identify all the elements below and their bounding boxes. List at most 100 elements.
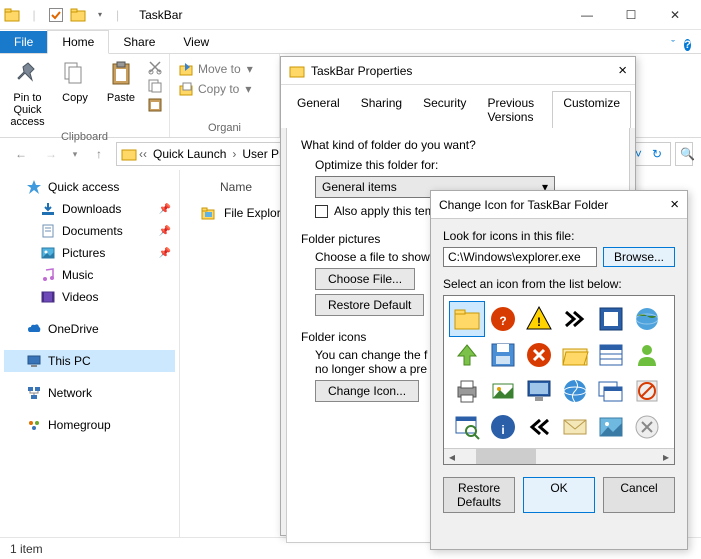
icon-folder[interactable] [450,302,484,336]
tab-previous-versions[interactable]: Previous Versions [476,91,553,128]
move-to-button[interactable]: Move to▾ [176,60,255,78]
breadcrumb-seg-1[interactable]: Quick Launch [149,147,230,161]
icon-question[interactable]: ? [486,302,520,336]
cut-icon[interactable] [147,59,163,75]
scroll-left-icon[interactable]: ◂ [444,449,460,464]
icon-windows[interactable] [594,374,628,408]
icon-warning[interactable]: ! [522,302,556,336]
folder-icon [121,146,137,162]
window-controls: — ☐ ✕ [565,1,697,29]
icon-user[interactable] [630,338,664,372]
nav-onedrive[interactable]: OneDrive [4,318,175,340]
icon-mail[interactable] [558,410,592,444]
icon-blue-box[interactable] [594,302,628,336]
cancel-button[interactable]: Cancel [603,477,675,513]
icon-no-entry[interactable] [630,374,664,408]
icon-folder-open[interactable] [558,338,592,372]
paste-shortcut-icon[interactable] [147,97,163,113]
scroll-right-icon[interactable]: ▸ [658,449,674,464]
icon-delete[interactable] [630,410,664,444]
icon-disk[interactable] [486,338,520,372]
chevron-left-icon[interactable]: ‹‹ [139,147,147,161]
horizontal-scrollbar[interactable]: ◂ ▸ [444,448,674,464]
help-icon[interactable]: ? [684,39,691,51]
tab-home[interactable]: Home [47,30,109,54]
folder-icon [289,63,305,79]
icon-double-arrow-right[interactable] [558,302,592,336]
chevron-right-icon: › [232,147,236,161]
copy-button[interactable]: Copy [55,56,95,106]
back-button[interactable]: ← [8,141,34,167]
refresh-icon[interactable]: ↻ [652,147,662,161]
tab-share[interactable]: Share [109,31,169,53]
scroll-thumb[interactable] [476,449,536,464]
up-button[interactable]: ↑ [86,141,112,167]
restore-defaults-button[interactable]: Restore Defaults [443,477,515,513]
dialog-title: TaskBar Properties [311,64,412,78]
properties-checkbox-icon[interactable] [48,7,64,23]
tab-file[interactable]: File [0,31,47,53]
icon-window[interactable] [594,338,628,372]
nav-pictures[interactable]: Pictures📌 [4,242,175,264]
icon-globe-2[interactable] [558,374,592,408]
nav-network[interactable]: Network [4,382,175,404]
icon-paint[interactable] [486,374,520,408]
icon-globe[interactable] [630,302,664,336]
qat-dropdown-icon[interactable]: ▾ [92,7,108,23]
icon-info[interactable]: i [486,410,520,444]
icon-error[interactable] [522,338,556,372]
nav-this-pc[interactable]: This PC [4,350,175,372]
icon-monitor[interactable] [522,374,556,408]
nav-documents[interactable]: Documents📌 [4,220,175,242]
maximize-button[interactable]: ☐ [609,1,653,29]
checkbox-icon [315,205,328,218]
nav-music[interactable]: Music [4,264,175,286]
copy-icon [59,58,91,90]
forward-button[interactable]: → [38,141,64,167]
icon-pictures-folder[interactable] [594,410,628,444]
change-icon-button[interactable]: Change Icon... [315,380,419,402]
pictures-icon [40,245,56,261]
icon-arrow-up[interactable] [450,338,484,372]
icon-search-window[interactable] [450,410,484,444]
pin-to-quick-access-button[interactable]: Pin to Quick access [6,56,49,130]
ok-button[interactable]: OK [523,477,595,513]
documents-icon [40,223,56,239]
restore-default-button[interactable]: Restore Default [315,294,424,316]
icon-path-input[interactable] [443,247,597,267]
icon-list[interactable]: ? ! i [443,295,675,465]
folder-icon [4,7,20,23]
tab-view[interactable]: View [169,31,223,53]
tab-general[interactable]: General [286,91,351,128]
dialog-titlebar[interactable]: TaskBar Properties × [281,57,635,85]
browse-button[interactable]: Browse... [603,247,675,267]
history-dropdown[interactable]: ▾ [68,141,82,167]
folder-icon-2[interactable] [70,7,86,23]
ribbon-collapse-icon[interactable]: ˇ [671,39,675,51]
icon-double-arrow-left[interactable] [522,410,556,444]
copy-path-icon[interactable] [147,78,163,94]
qat-separator: | [26,7,42,23]
close-button[interactable]: × [670,196,679,213]
breadcrumb-seg-2[interactable]: User Pi [238,147,285,161]
copy-to-button[interactable]: Copy to▾ [176,80,255,98]
properties-tabs: General Sharing Security Previous Versio… [286,91,630,128]
nav-downloads[interactable]: Downloads📌 [4,198,175,220]
choose-file-button[interactable]: Choose File... [315,268,415,290]
tab-security[interactable]: Security [412,91,477,128]
icon-printer[interactable] [450,374,484,408]
nav-videos[interactable]: Videos [4,286,175,308]
close-button[interactable]: × [618,62,627,79]
minimize-button[interactable]: — [565,1,609,29]
copy-to-icon [178,81,194,97]
videos-icon [40,289,56,305]
search-box[interactable]: 🔍 [675,142,693,166]
titlebar: | ▾ | TaskBar — ☐ ✕ [0,0,701,30]
close-button[interactable]: ✕ [653,1,697,29]
tab-customize[interactable]: Customize [552,91,631,128]
tab-sharing[interactable]: Sharing [350,91,413,128]
dialog-titlebar[interactable]: Change Icon for TaskBar Folder × [431,191,687,219]
nav-quick-access[interactable]: Quick access [4,176,175,198]
nav-homegroup[interactable]: Homegroup [4,414,175,436]
paste-button[interactable]: Paste [101,56,141,106]
